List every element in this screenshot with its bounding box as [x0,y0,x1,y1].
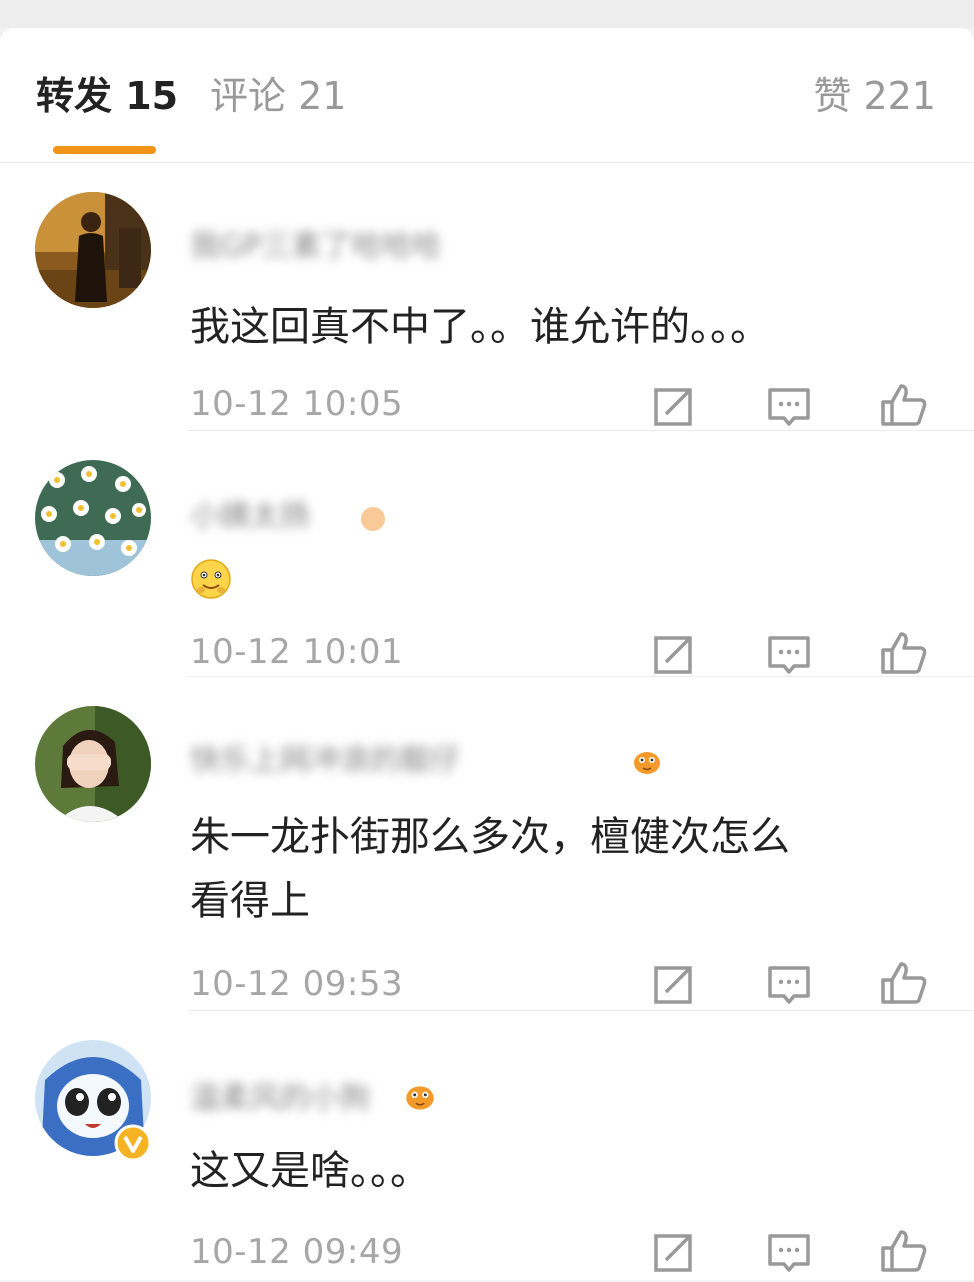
username[interactable]: 我GP三素了哈哈哈 [190,230,441,264]
timestamp: 10-12 10:05 [190,384,404,424]
username[interactable]: 小姨太扬 [190,500,310,534]
comment-icon [768,388,810,426]
comment-item: 小姨太扬 10-12 10:01 [0,430,974,678]
repost-button[interactable] [648,1228,698,1278]
username[interactable]: 温柔风的小狗 [190,1082,370,1116]
comment-text-line: 看得上 [190,878,310,924]
comment-panel: 转发 15 评论 21 赞 221 我GP三素了哈哈哈 我这回真不中了。。谁允许… [0,28,974,1280]
tab-likes[interactable]: 赞 221 [813,74,936,118]
avatar-daisies-icon [35,460,151,576]
like-icon [881,632,927,674]
tab-comments[interactable]: 评论 21 [210,74,346,118]
username[interactable]: 快乐上网冲浪的靓仔 [190,744,460,778]
repost-button[interactable] [648,630,698,680]
repost-icon [654,388,692,426]
repost-icon [654,636,692,674]
timestamp: 10-12 09:49 [190,1232,404,1272]
tab-bar: 转发 15 评论 21 赞 221 [0,28,974,163]
timestamp: 10-12 10:01 [190,632,404,672]
comment-button[interactable] [764,630,814,680]
like-button[interactable] [879,958,929,1008]
like-icon [881,962,927,1004]
avatar[interactable] [35,706,151,822]
comment-button[interactable] [764,382,814,432]
verified-v-badge-icon [114,1124,152,1162]
avatar-girl-covering-face-icon [35,706,151,822]
like-icon [881,1230,927,1272]
top-strip [0,0,974,28]
comment-button[interactable] [764,1228,814,1278]
repost-button[interactable] [648,382,698,432]
comment-item: 快乐上网冲浪的靓仔 朱一龙扑街那么多次，檀健次怎么 看得上 10-12 09:5… [0,676,974,1011]
like-button[interactable] [879,1226,929,1276]
avatar[interactable] [35,460,151,576]
tab-repost[interactable]: 转发 15 [36,74,178,118]
comment-item: 我GP三素了哈哈哈 我这回真不中了。。谁允许的。。。 10-12 10:05 [0,162,974,432]
comment-icon [768,1234,810,1272]
comment-item: 温柔风的小狗 这又是啥。。。 10-12 09:49 [0,1010,974,1280]
repost-icon [654,1234,692,1272]
comment-icon [768,966,810,1004]
active-tab-indicator [53,146,156,154]
member-badge-icon [361,507,385,531]
comment-icon [768,636,810,674]
pufferfish-badge-icon [406,1086,434,1110]
timestamp: 10-12 09:53 [190,964,404,1004]
pufferfish-badge-icon [634,752,660,774]
comment-button[interactable] [764,960,814,1010]
comment-text: 我这回真不中了。。谁允许的。。。 [190,304,770,350]
avatar-woman-dark-dress-icon [35,192,151,308]
like-button[interactable] [879,628,929,678]
like-icon [881,384,927,426]
repost-icon [654,966,692,1004]
repost-button[interactable] [648,960,698,1010]
smiley-face-emoji [191,559,231,599]
like-button[interactable] [879,380,929,430]
avatar[interactable] [35,192,151,308]
comment-text: 这又是啥。。。 [190,1148,430,1194]
comment-text-line: 朱一龙扑街那么多次，檀健次怎么 [190,814,790,860]
